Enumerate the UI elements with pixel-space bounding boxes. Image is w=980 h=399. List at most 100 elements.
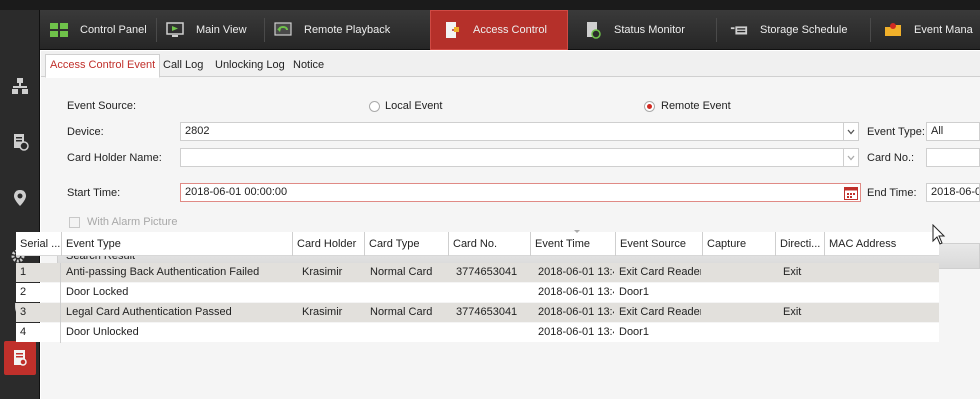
monitor-icon: [166, 21, 184, 39]
event-search-icon: [14, 350, 27, 366]
device-tree-icon: [12, 78, 28, 94]
table-row[interactable]: 4 Door Unlocked 2018-06-01 13:4... Door1: [16, 323, 939, 342]
menu-remote-playback[interactable]: Remote Playback: [274, 10, 390, 50]
menu-label: Status Monitor: [614, 24, 685, 36]
cell-event-source: Door1: [619, 286, 649, 298]
cell-event-source: Door1: [619, 326, 649, 338]
menu-label: Access Control: [473, 24, 547, 36]
column-header-event-source[interactable]: Event Source: [615, 232, 701, 256]
menu-main-view[interactable]: Main View: [166, 10, 247, 50]
cell-serial: 2: [20, 286, 27, 298]
cell-card-type: Normal Card: [370, 306, 433, 318]
cell-direction: Exit: [783, 306, 802, 318]
cell-card-no: [448, 283, 528, 302]
column-header-serial[interactable]: Serial ...: [16, 232, 66, 256]
menu-status-monitor[interactable]: Status Monitor: [584, 10, 685, 50]
chevron-down-icon: [847, 129, 855, 134]
cell-card-no: [448, 323, 528, 342]
menu-access-control[interactable]: Access Control: [430, 10, 568, 50]
column-header-card-no[interactable]: Card No.: [448, 232, 528, 256]
sidebar-access-event[interactable]: [4, 341, 36, 375]
door-icon: [443, 21, 461, 39]
cell-direction: Exit: [783, 266, 802, 278]
cell-card-holder: Krasimir: [302, 306, 343, 318]
table-header: Serial ... Event Type Card Holder Card T…: [16, 232, 939, 256]
cell-mac-address: [824, 323, 939, 342]
cell-event-time: 2018-06-01 13:4...: [538, 306, 614, 318]
menu-divider: [870, 18, 871, 42]
cell-card-holder: Krasimir: [302, 266, 343, 278]
sort-indicator-icon: [574, 230, 580, 233]
column-header-card-type[interactable]: Card Type: [364, 232, 446, 256]
cell-serial: 4: [20, 326, 27, 338]
column-header-direction[interactable]: Directi...: [775, 232, 827, 256]
table-row[interactable]: 3 Legal Card Authentication Passed Krasi…: [16, 303, 939, 322]
table-row[interactable]: 2 Door Locked 2018-06-01 13:4... Door1: [16, 283, 939, 302]
event-type-select[interactable]: All: [926, 122, 980, 141]
start-time-input[interactable]: 2018-06-01 00:00:00: [180, 183, 861, 202]
menu-event-management[interactable]: Event Mana: [884, 10, 973, 50]
cell-card-no: 3774653041: [456, 306, 518, 318]
cell-direction: [775, 283, 827, 302]
column-header-event-type[interactable]: Event Type: [61, 232, 291, 256]
menu-divider: [264, 18, 265, 42]
storage-icon: [730, 21, 748, 39]
device-select[interactable]: 2802: [180, 122, 846, 141]
menu-label: Remote Playback: [304, 24, 391, 36]
start-time-calendar-button[interactable]: [843, 184, 859, 201]
serial-column-divider: [60, 263, 61, 343]
cell-card-holder: [292, 283, 363, 302]
cell-event-type: Door Locked: [66, 286, 129, 298]
device-dropdown-button[interactable]: [843, 122, 859, 141]
cell-card-no: 3774653041: [456, 266, 518, 278]
cell-capture: [702, 263, 774, 282]
menu-label: Event Mana: [914, 24, 973, 36]
card-holder-name-select[interactable]: [180, 148, 846, 167]
cell-event-source: Exit Card Reader2: [619, 306, 701, 318]
column-header-capture[interactable]: Capture: [702, 232, 774, 256]
window-top-strip: [0, 0, 980, 10]
end-time-label: End Time:: [867, 187, 917, 199]
with-alarm-picture-label: With Alarm Picture: [87, 216, 178, 228]
start-time-label: Start Time:: [67, 187, 121, 199]
cell-event-time: 2018-06-01 13:4...: [538, 286, 614, 298]
cell-event-type: Legal Card Authentication Passed: [66, 306, 232, 318]
local-event-label: Local Event: [385, 100, 443, 112]
with-alarm-picture-checkbox[interactable]: [69, 217, 80, 228]
column-header-card-holder[interactable]: Card Holder: [292, 232, 363, 256]
card-holder-dropdown-button[interactable]: [843, 148, 859, 167]
cell-capture: [702, 283, 774, 302]
local-event-radio[interactable]: [369, 101, 380, 112]
cell-mac-address: [824, 283, 939, 302]
menu-divider: [156, 18, 157, 42]
location-pin-icon: [14, 190, 26, 206]
sidebar-log[interactable]: [0, 122, 40, 162]
card-no-input[interactable]: [926, 148, 980, 167]
cell-event-type: Door Unlocked: [66, 326, 139, 338]
tab-notice[interactable]: Notice: [293, 54, 324, 76]
column-header-event-time[interactable]: Event Time: [530, 232, 614, 256]
menu-label: Storage Schedule: [760, 24, 848, 36]
cell-mac-address: [824, 263, 939, 282]
cell-card-holder: [292, 323, 363, 342]
column-header-mac-address[interactable]: MAC Address: [824, 232, 939, 256]
log-clock-icon: [14, 134, 29, 151]
menu-control-panel[interactable]: Control Panel: [50, 10, 147, 50]
remote-event-radio[interactable]: [644, 101, 655, 112]
tab-access-control-event[interactable]: Access Control Event: [45, 54, 161, 78]
cell-serial: 1: [20, 266, 27, 278]
menu-storage-schedule[interactable]: Storage Schedule: [730, 10, 847, 50]
table-row[interactable]: 1 Anti-passing Back Authentication Faile…: [16, 263, 939, 282]
cell-mac-address: [824, 303, 939, 322]
end-time-input[interactable]: 2018-06-0: [926, 183, 980, 202]
cell-event-time: 2018-06-01 13:4...: [538, 326, 614, 338]
cell-capture: [702, 323, 774, 342]
mouse-cursor-icon: [932, 224, 946, 245]
tab-call-log[interactable]: Call Log: [163, 54, 203, 76]
cell-card-type: [364, 323, 446, 342]
sidebar-device-tree[interactable]: [0, 66, 40, 106]
tab-unlocking-log[interactable]: Unlocking Log: [215, 54, 285, 76]
menu-label: Main View: [196, 24, 247, 36]
remote-event-label: Remote Event: [661, 100, 731, 112]
sidebar-location[interactable]: [0, 178, 40, 218]
